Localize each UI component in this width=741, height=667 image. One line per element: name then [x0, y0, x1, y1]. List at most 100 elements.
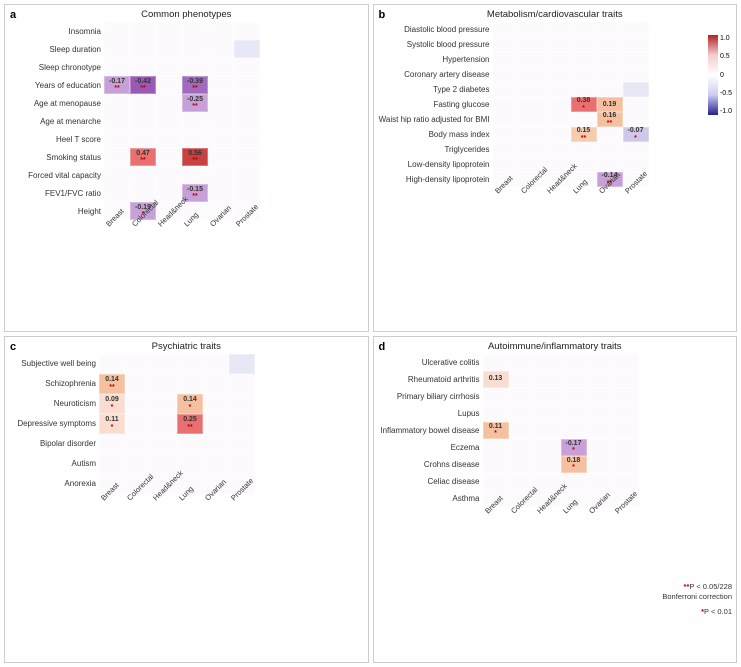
- col-labels-c: BreastColorectalHead&neckLungOvarianPros…: [99, 496, 255, 541]
- row-label-c-6: Anorexia: [9, 474, 99, 494]
- cell-b-9-4: [597, 157, 623, 172]
- cell-d-1-3: [561, 371, 587, 388]
- heatmap-row-b-0: [493, 22, 649, 37]
- heatmap-row-a-8: [104, 166, 260, 184]
- cell-c-3-0: 0.11*: [99, 414, 125, 434]
- cell-a-5-0: [104, 112, 130, 130]
- row-label-b-1: Systolic blood pressure: [378, 37, 493, 52]
- cell-b-8-1: [519, 142, 545, 157]
- cell-c-2-2: [151, 394, 177, 414]
- row-label-a-6: Heel T score: [9, 130, 104, 148]
- cell-stars-c-2-0: *: [111, 404, 114, 411]
- heatmap-row-b-8: [493, 142, 649, 157]
- cell-b-6-4: 0.16**: [597, 112, 623, 127]
- cell-a-6-1: [130, 130, 156, 148]
- heatmap-row-b-4: [493, 82, 649, 97]
- cell-b-5-1: [519, 97, 545, 112]
- heatmap-wrapper-b: Diastolic blood pressureSystolic blood p…: [378, 22, 733, 234]
- row-label-b-8: Triglycerides: [378, 142, 493, 157]
- col-label-wrapper-a-5: Prostate: [234, 222, 260, 267]
- cell-a-2-3: [182, 58, 208, 76]
- cell-d-4-5: [613, 422, 639, 439]
- cell-d-1-1: [509, 371, 535, 388]
- cell-stars-c-1-0: **: [109, 384, 114, 391]
- cell-d-3-5: [613, 405, 639, 422]
- cell-a-9-5: [234, 184, 260, 202]
- cell-b-2-0: [493, 52, 519, 67]
- row-label-d-1: Rheumatoid arthritis: [378, 371, 483, 388]
- cell-c-0-3: [177, 354, 203, 374]
- cell-b-0-3: [571, 22, 597, 37]
- cell-d-2-4: [587, 388, 613, 405]
- cell-a-5-2: [156, 112, 182, 130]
- cell-b-0-1: [519, 22, 545, 37]
- cell-b-4-2: [545, 82, 571, 97]
- row-label-c-0: Subjective well being: [9, 354, 99, 374]
- cell-val-a-9-3: -0.15: [187, 186, 203, 194]
- cell-d-0-0: [483, 354, 509, 371]
- cell-c-0-1: [125, 354, 151, 374]
- row-label-b-10: High-density lipoprotein: [378, 172, 493, 187]
- legend-value: -1.0: [720, 108, 732, 115]
- heatmap-row-c-3: 0.11*0.25**: [99, 414, 255, 434]
- cell-a-3-0: -0.17**: [104, 76, 130, 94]
- cell-b-9-0: [493, 157, 519, 172]
- cell-a-0-2: [156, 22, 182, 40]
- cell-a-2-4: [208, 58, 234, 76]
- row-label-a-4: Age at menopause: [9, 94, 104, 112]
- col-labels-d: BreastColorectalHead&neckLungOvarianPros…: [483, 509, 639, 554]
- row-labels-a: InsomniaSleep durationSleep chronotypeYe…: [9, 22, 104, 267]
- cell-val-a-4-3: -0.25: [187, 96, 203, 104]
- cell-b-0-4: [597, 22, 623, 37]
- heatmap-row-d-6: 0.18*: [483, 456, 639, 473]
- cell-stars-d-6-3: *: [572, 464, 575, 471]
- row-labels-d: Ulcerative colitisRheumatoid arthritisPr…: [378, 354, 483, 554]
- heatmap-row-c-0: [99, 354, 255, 374]
- heatmap-wrapper-a: InsomniaSleep durationSleep chronotypeYe…: [9, 22, 364, 267]
- row-label-a-0: Insomnia: [9, 22, 104, 40]
- cell-b-4-4: [597, 82, 623, 97]
- cell-d-0-3: [561, 354, 587, 371]
- cell-c-5-1: [125, 454, 151, 474]
- row-label-b-6: Waist hip ratio adjusted for BMI: [378, 112, 493, 127]
- cell-c-2-5: [229, 394, 255, 414]
- cell-b-6-1: [519, 112, 545, 127]
- cell-a-2-0: [104, 58, 130, 76]
- cell-val-b-6-4: 0.16: [603, 112, 617, 120]
- cell-stars-a-9-3: **: [192, 193, 197, 200]
- cell-b-2-2: [545, 52, 571, 67]
- cell-a-9-4: [208, 184, 234, 202]
- cell-c-5-4: [203, 454, 229, 474]
- cell-b-3-2: [545, 67, 571, 82]
- cell-c-4-0: [99, 434, 125, 454]
- cell-b-0-5: [623, 22, 649, 37]
- cell-d-1-4: [587, 371, 613, 388]
- cell-a-2-1: [130, 58, 156, 76]
- cell-b-1-1: [519, 37, 545, 52]
- cell-b-7-5: -0.07*: [623, 127, 649, 142]
- cell-b-3-3: [571, 67, 597, 82]
- cell-a-6-0: [104, 130, 130, 148]
- heatmap-row-a-3: -0.17**-0.42**-0.39**: [104, 76, 260, 94]
- cell-d-6-0: [483, 456, 509, 473]
- panel-label-b: b: [379, 9, 386, 21]
- cell-val-c-3-3: 0.25: [183, 416, 197, 424]
- cell-b-4-0: [493, 82, 519, 97]
- heatmap-row-a-0: [104, 22, 260, 40]
- cell-val-c-2-3: 0.14: [183, 396, 197, 404]
- col-label-wrapper-b-0: Breast: [493, 189, 519, 234]
- cell-stars-a-3-3: **: [192, 85, 197, 92]
- cell-val-a-3-1: -0.42: [135, 78, 151, 86]
- col-label-wrapper-d-5: Prostate: [613, 509, 639, 554]
- panel-label-a: a: [10, 9, 16, 21]
- cell-d-3-4: [587, 405, 613, 422]
- legend-value: 1.0: [720, 35, 732, 42]
- cell-b-8-3: [571, 142, 597, 157]
- col-label-wrapper-d-2: Head&neck: [535, 509, 561, 554]
- heatmap-row-d-4: 0.11*: [483, 422, 639, 439]
- row-label-d-5: Eczema: [378, 439, 483, 456]
- cell-d-3-3: [561, 405, 587, 422]
- cell-stars-b-7-3: **: [581, 135, 586, 142]
- heatmap-row-d-2: [483, 388, 639, 405]
- cell-b-0-0: [493, 22, 519, 37]
